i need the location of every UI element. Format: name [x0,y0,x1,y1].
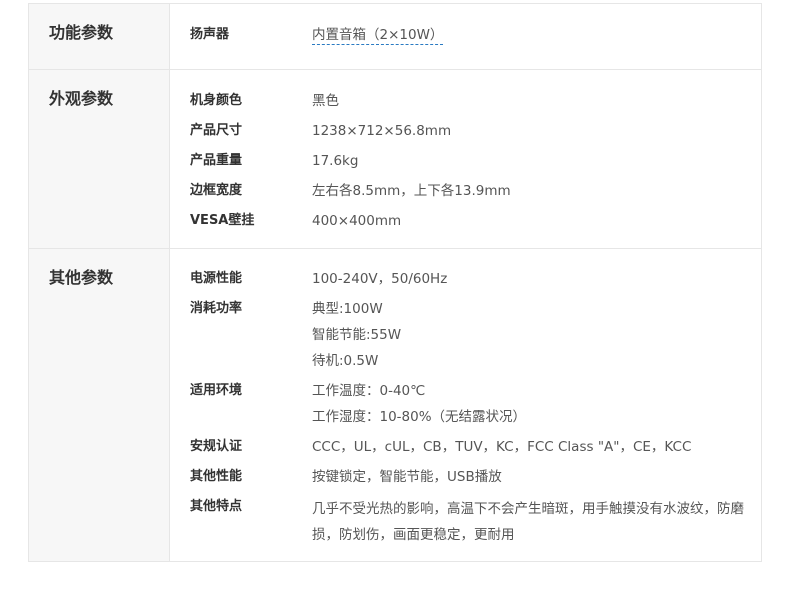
spec-label: 其他特点 [190,499,243,514]
spec-values: CCC，UL，cUL，CB，TUV，KC，FCC Class "A"，CE，KC… [312,436,761,458]
spec-value: 智能节能:55W [312,327,402,343]
spec-values: 1238×712×56.8mm [312,120,761,142]
spec-value: 1238×712×56.8mm [312,123,452,139]
spec-value: 工作湿度：10-80%（无结露状况） [312,409,527,425]
spec-row-other-features: 其他特点 几乎不受光热的影响，高温下不会产生暗斑，用手触摸没有水波纹，防磨损，防… [190,496,761,548]
spec-label: 机身颜色 [190,93,243,108]
spec-row-other-performance: 其他性能 按键锁定，智能节能，USB播放 [190,466,761,488]
section-title: 功能参数 [49,23,114,42]
spec-value: CCC，UL，cUL，CB，TUV，KC，FCC Class "A"，CE，KC… [312,439,692,455]
spec-label: 消耗功率 [190,301,243,316]
spec-value: 待机:0.5W [312,353,379,369]
spec-label: 产品尺寸 [190,123,243,138]
spec-values: 内置音箱（2×10W） [312,24,761,46]
spec-values: 17.6kg [312,150,761,172]
spec-values: 工作温度：0-40℃ 工作湿度：10-80%（无结露状况） [312,380,761,428]
spec-value: 黑色 [312,93,339,109]
spec-label: 适用环境 [190,383,243,398]
spec-row-power: 电源性能 100-240V，50/60Hz [190,268,761,290]
spec-label: 产品重量 [190,153,243,168]
section-title-cell: 其他参数 [29,249,170,561]
spec-row-bezel: 边框宽度 左右各8.5mm，上下各13.9mm [190,180,761,202]
spec-label: 其他性能 [190,469,243,484]
spec-values: 按键锁定，智能节能，USB播放 [312,466,761,488]
section-other-params: 其他参数 电源性能 100-240V，50/60Hz 消耗功率 典型:100W … [29,249,761,561]
spec-value-link[interactable]: 内置音箱（2×10W） [312,27,444,45]
spec-value: 400×400mm [312,213,402,229]
spec-label: 电源性能 [190,271,243,286]
spec-row-vesa: VESA壁挂 400×400mm [190,210,761,232]
spec-row-weight: 产品重量 17.6kg [190,150,761,172]
spec-label: VESA壁挂 [190,213,255,228]
spec-values: 几乎不受光热的影响，高温下不会产生暗斑，用手触摸没有水波纹，防磨损，防划伤，画面… [312,496,761,548]
section-title-cell: 功能参数 [29,4,170,69]
spec-label: 边框宽度 [190,183,243,198]
spec-row-certification: 安规认证 CCC，UL，cUL，CB，TUV，KC，FCC Class "A"，… [190,436,761,458]
section-appearance-params: 外观参数 机身颜色 黑色 产品尺寸 1238×712×56.8mm 产品重量 1… [29,70,761,249]
spec-value: 17.6kg [312,153,359,169]
spec-values: 100-240V，50/60Hz [312,268,761,290]
section-function-params: 功能参数 扬声器 内置音箱（2×10W） [29,4,761,70]
section-body: 机身颜色 黑色 产品尺寸 1238×712×56.8mm 产品重量 17.6kg… [170,70,761,248]
spec-value: 按键锁定，智能节能，USB播放 [312,469,502,485]
spec-row-color: 机身颜色 黑色 [190,90,761,112]
section-title: 外观参数 [49,89,114,108]
spec-row-consumption: 消耗功率 典型:100W 智能节能:55W 待机:0.5W [190,298,761,372]
spec-values: 黑色 [312,90,761,112]
spec-value: 100-240V，50/60Hz [312,271,448,287]
section-body: 电源性能 100-240V，50/60Hz 消耗功率 典型:100W 智能节能:… [170,249,761,561]
spec-values: 400×400mm [312,210,761,232]
spec-value: 左右各8.5mm，上下各13.9mm [312,183,511,199]
spec-row-environment: 适用环境 工作温度：0-40℃ 工作湿度：10-80%（无结露状况） [190,380,761,428]
section-title-cell: 外观参数 [29,70,170,248]
spec-label: 扬声器 [190,27,230,42]
spec-value: 几乎不受光热的影响，高温下不会产生暗斑，用手触摸没有水波纹，防磨损，防划伤，画面… [312,501,744,543]
spec-value: 典型:100W [312,301,383,317]
spec-table: 功能参数 扬声器 内置音箱（2×10W） 外观参数 机身颜色 黑色 产品尺寸 1… [28,3,762,562]
section-body: 扬声器 内置音箱（2×10W） [170,4,761,69]
spec-label: 安规认证 [190,439,243,454]
spec-row-size: 产品尺寸 1238×712×56.8mm [190,120,761,142]
spec-values: 典型:100W 智能节能:55W 待机:0.5W [312,298,761,372]
spec-value: 工作温度：0-40℃ [312,383,426,399]
section-title: 其他参数 [49,268,114,287]
spec-values: 左右各8.5mm，上下各13.9mm [312,180,761,202]
spec-row-speaker: 扬声器 内置音箱（2×10W） [190,24,761,46]
